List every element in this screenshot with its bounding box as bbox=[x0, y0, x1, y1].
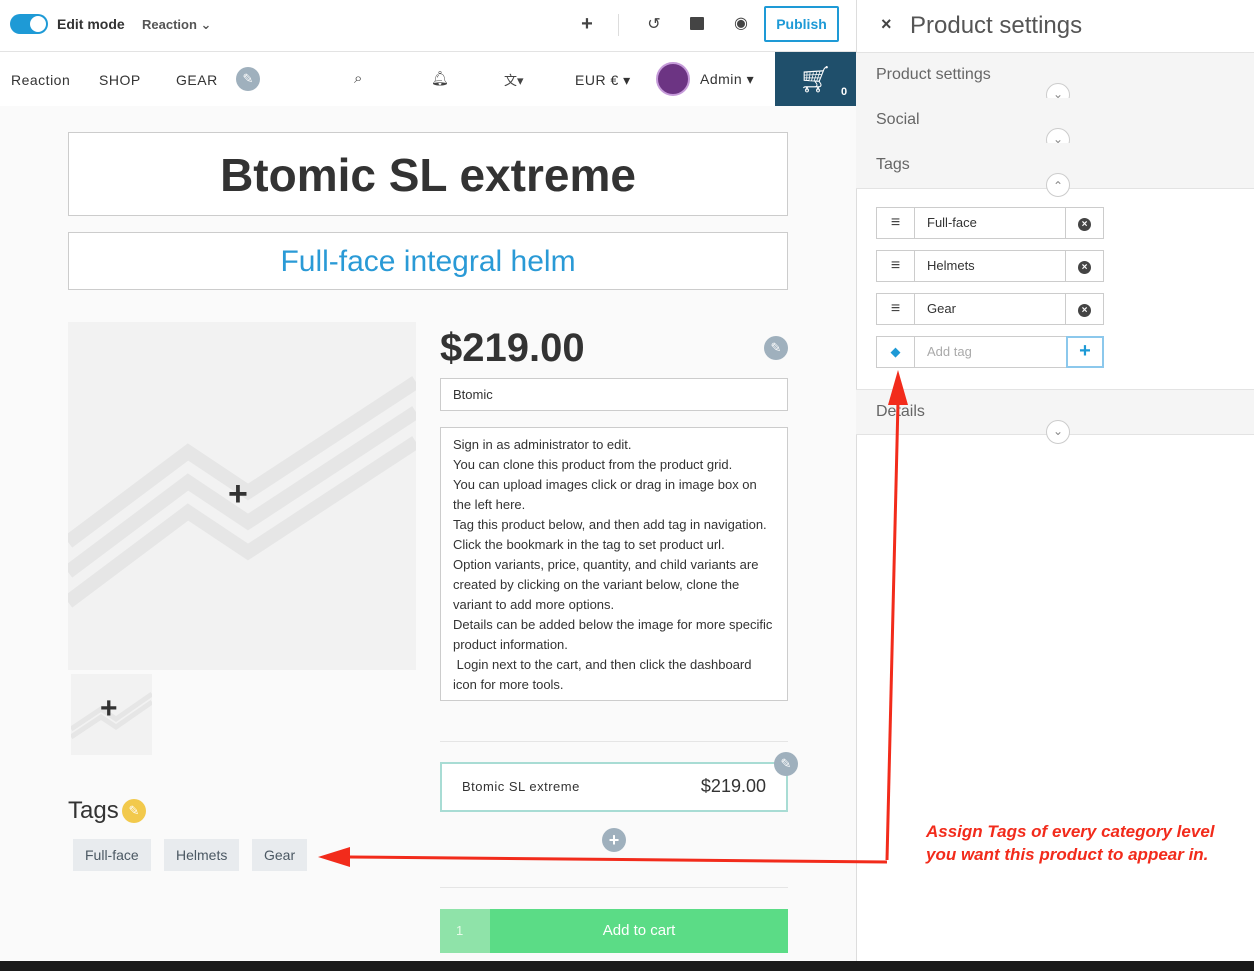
arrow-to-panel bbox=[885, 401, 900, 861]
annotation-line: Assign Tags of every category level bbox=[926, 822, 1215, 841]
arrowhead-up bbox=[888, 370, 908, 405]
annotation-line: you want this product to appear in. bbox=[926, 845, 1209, 864]
terminal-strip bbox=[0, 961, 1254, 971]
arrow-to-tags bbox=[349, 855, 888, 864]
arrowhead-left bbox=[318, 847, 350, 867]
annotation-text: Assign Tags of every category level you … bbox=[926, 820, 1246, 866]
